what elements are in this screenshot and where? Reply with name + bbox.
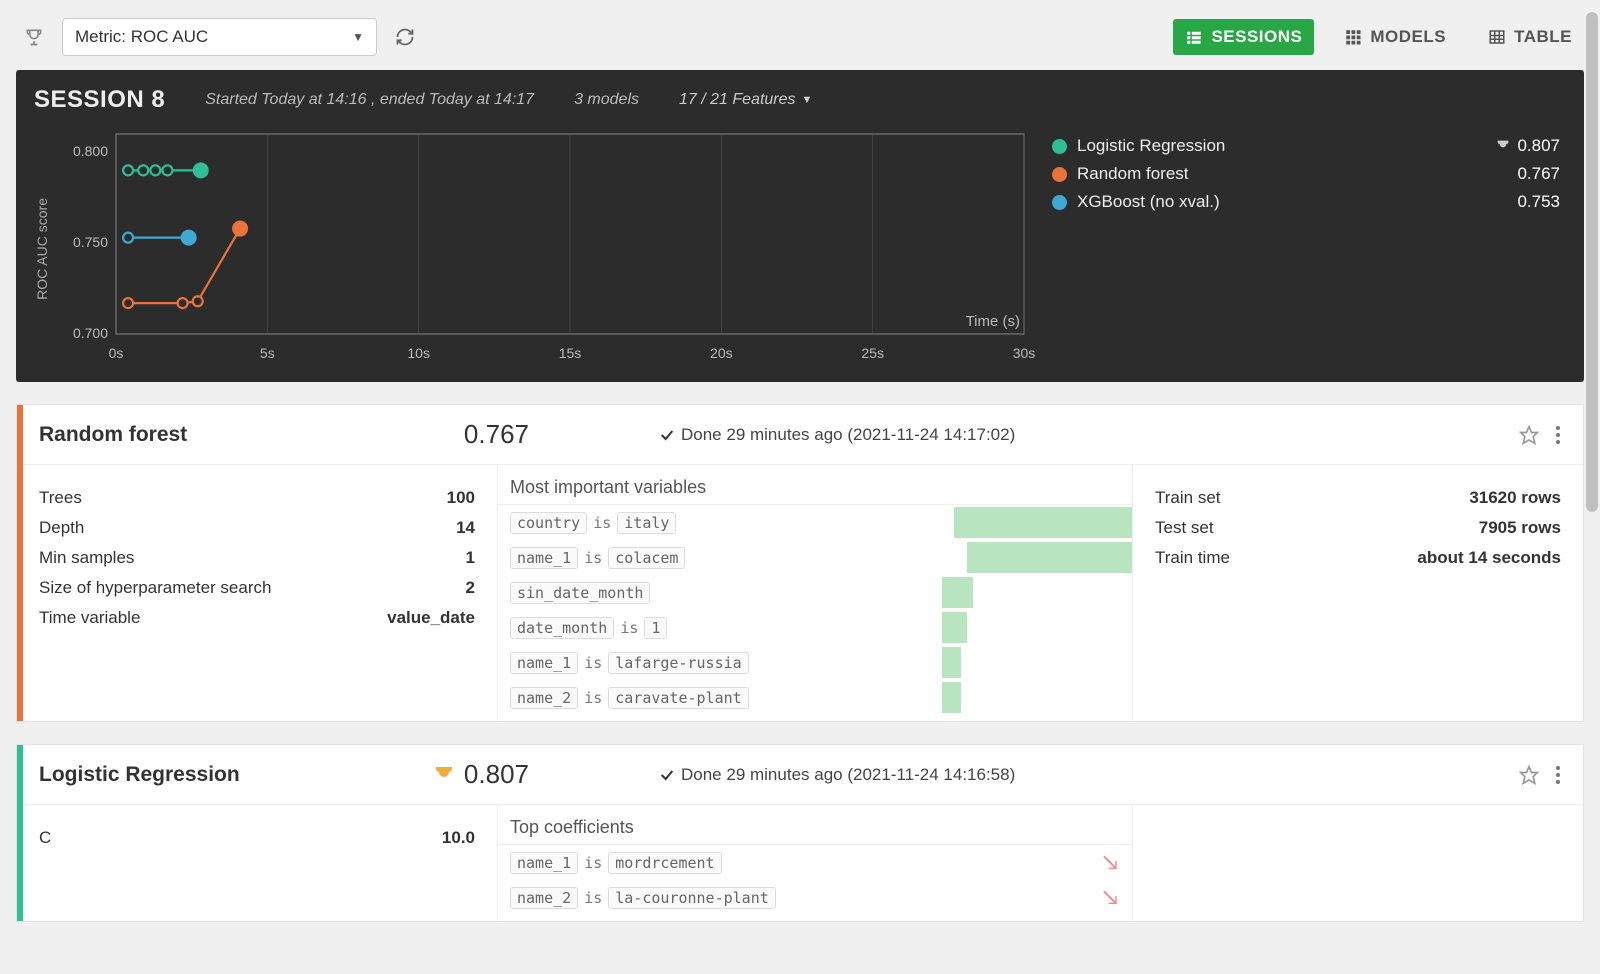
svg-text:10s: 10s (407, 345, 430, 361)
legend-name: XGBoost (no xval.) (1077, 192, 1220, 212)
model-params: C10.0 (17, 805, 497, 921)
variable-row[interactable]: countryisitaly (498, 505, 1132, 540)
model-variables: Top coefficientsname_1ismordrcementname_… (497, 805, 1133, 921)
model-status: Done 29 minutes ago (2021-11-24 14:17:02… (529, 425, 1519, 445)
metric-select[interactable]: Metric: ROC AUC ▼ (62, 18, 377, 56)
view-sessions-button[interactable]: SESSIONS (1173, 19, 1314, 55)
svg-text:0.750: 0.750 (73, 234, 108, 250)
param-row: Min samples1 (39, 543, 475, 573)
scroll-thumb[interactable] (1586, 12, 1598, 512)
svg-text:30s: 30s (1013, 345, 1036, 361)
model-name: Random forest (39, 423, 379, 447)
model-status: Done 29 minutes ago (2021-11-24 14:16:58… (529, 765, 1519, 785)
svg-text:5s: 5s (260, 345, 275, 361)
session-title: SESSION 8 (34, 86, 165, 114)
stat-row: Test set7905 rows (1155, 513, 1561, 543)
variable-row[interactable]: date_monthis1 (498, 610, 1132, 645)
legend-dot-icon (1052, 139, 1067, 154)
kebab-menu-icon[interactable] (1555, 765, 1561, 785)
model-params: Trees100Depth14Min samples1Size of hyper… (17, 465, 497, 721)
param-row: C10.0 (39, 823, 475, 853)
model-card: Logistic Regression0.807Done 29 minutes … (16, 744, 1584, 922)
legend-row[interactable]: XGBoost (no xval.) 0.753 (1052, 188, 1560, 216)
chart-legend: Logistic Regression 0.807 Random forest 0.7… (1046, 124, 1566, 374)
param-row: Depth14 (39, 513, 475, 543)
stat-row: Train set31620 rows (1155, 483, 1561, 513)
variable-row[interactable]: name_1ismordrcement (498, 845, 1132, 880)
arrow-down-icon (1102, 853, 1122, 873)
variable-row[interactable]: name_1islafarge-russia (498, 645, 1132, 680)
caret-down-icon: ▼ (352, 30, 364, 44)
model-score: 0.767 (379, 419, 529, 450)
legend-dot-icon (1052, 195, 1067, 210)
star-icon[interactable] (1519, 425, 1539, 445)
model-variables: Most important variablescountryisitalyna… (497, 465, 1133, 721)
svg-text:0.700: 0.700 (73, 325, 108, 341)
kebab-menu-icon[interactable] (1555, 425, 1561, 445)
session-chart[interactable]: 0s 5s 10s 15s 20s 25s 30s 0.800 0.750 0.700 Time (… (56, 124, 1036, 374)
legend-score: 0.767 (1517, 164, 1560, 184)
variable-row[interactable]: name_1iscolacem (498, 540, 1132, 575)
chart-y-axis-label: ROC AUC score (34, 198, 50, 300)
arrow-down-icon (1102, 888, 1122, 908)
svg-text:0s: 0s (109, 345, 124, 361)
svg-text:0.800: 0.800 (73, 143, 108, 159)
star-icon[interactable] (1519, 765, 1539, 785)
trophy-icon[interactable] (16, 18, 52, 56)
scrollbar[interactable] (1586, 12, 1598, 962)
stat-row: Train timeabout 14 seconds (1155, 543, 1561, 573)
legend-dot-icon (1052, 167, 1067, 182)
model-score: 0.807 (379, 759, 529, 790)
features-dropdown[interactable]: 17 / 21 Features ▼ (679, 91, 812, 109)
legend-name: Logistic Regression (1077, 136, 1225, 156)
svg-text:25s: 25s (861, 345, 884, 361)
view-table-button[interactable]: TABLE (1476, 19, 1584, 55)
model-card: Random forest0.767Done 29 minutes ago (2… (16, 404, 1584, 722)
legend-score: 0.753 (1517, 192, 1560, 212)
variable-row[interactable]: name_2iscaravate-plant (498, 680, 1132, 715)
variable-row[interactable]: name_2isla-couronne-plant (498, 880, 1132, 915)
session-models-count: 3 models (574, 91, 639, 109)
session-panel: SESSION 8 Started Today at 14:16 , ended… (16, 70, 1584, 382)
session-time-range: Started Today at 14:16 , ended Today at … (205, 91, 534, 109)
param-row: Size of hyperparameter search2 (39, 573, 475, 603)
svg-text:Time (s): Time (s) (966, 313, 1020, 330)
refresh-icon[interactable] (387, 18, 423, 56)
legend-score: 0.807 (1517, 136, 1560, 156)
view-models-button[interactable]: MODELS (1332, 19, 1458, 55)
legend-row[interactable]: Random forest 0.767 (1052, 160, 1560, 188)
caret-down-icon: ▼ (802, 94, 813, 106)
model-stats: Train set31620 rowsTest set7905 rowsTrai… (1133, 465, 1583, 721)
legend-name: Random forest (1077, 164, 1189, 184)
param-row: Trees100 (39, 483, 475, 513)
model-stats (1133, 805, 1583, 921)
model-name: Logistic Regression (39, 763, 379, 787)
param-row: Time variablevalue_date (39, 603, 475, 633)
toolbar: Metric: ROC AUC ▼ SESSIONS MODELS TABLE (16, 10, 1584, 70)
legend-row[interactable]: Logistic Regression 0.807 (1052, 132, 1560, 160)
svg-text:20s: 20s (710, 345, 733, 361)
svg-text:15s: 15s (559, 345, 582, 361)
variable-row[interactable]: sin_date_month (498, 575, 1132, 610)
